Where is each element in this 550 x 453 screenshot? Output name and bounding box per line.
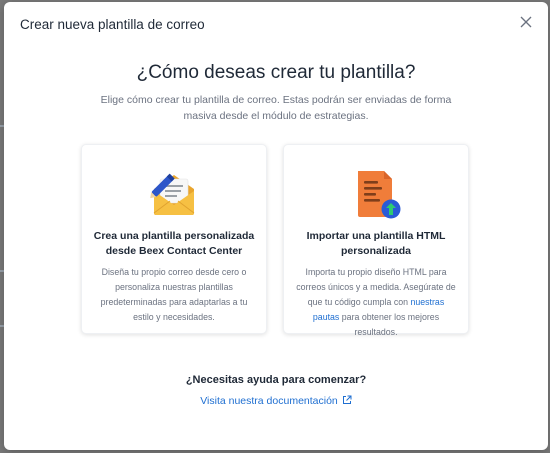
external-link-icon <box>342 395 352 404</box>
card-description-text: para obtener los mejores resultados. <box>341 312 440 337</box>
modal-title: Crear nueva plantilla de correo <box>20 17 205 32</box>
card-title: Importar una plantilla HTML personalizad… <box>306 230 446 257</box>
page-headline: ¿Cómo deseas crear tu plantilla? <box>136 62 416 83</box>
email-edit-icon <box>146 165 202 221</box>
card-description: Importa tu propio diseño HTML para corre… <box>294 265 458 340</box>
documentation-link[interactable]: Visita nuestra documentación <box>200 395 352 407</box>
card-title: Crea una plantilla personalizada desde B… <box>93 230 255 257</box>
create-custom-template-card[interactable]: Crea una plantilla personalizada desde B… <box>81 144 267 334</box>
help-link-row: Visita nuestra documentación <box>4 395 548 407</box>
close-button[interactable] <box>518 14 534 30</box>
create-template-modal: Crear nueva plantilla de correo ¿Cómo de… <box>4 2 548 450</box>
close-icon <box>520 16 532 28</box>
import-html-template-card[interactable]: Importar una plantilla HTML personalizad… <box>283 144 469 337</box>
documentation-link-label: Visita nuestra documentación <box>200 395 338 407</box>
intro-text: Elige cómo crear tu plantilla de correo.… <box>100 94 452 122</box>
modal-header: Crear nueva plantilla de correo <box>4 2 548 46</box>
html-upload-icon <box>348 165 404 221</box>
help-title: ¿Necesitas ayuda para comenzar? <box>185 374 367 386</box>
card-description: Diseña tu propio correo desde cero o per… <box>100 267 248 322</box>
